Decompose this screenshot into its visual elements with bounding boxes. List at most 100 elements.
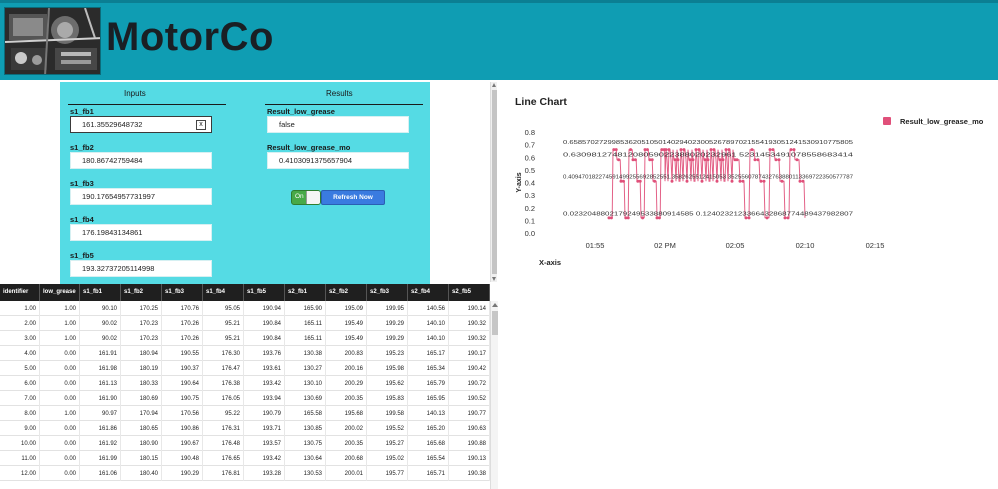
table-cell: 199.58 — [367, 406, 408, 421]
table-row[interactable]: 12.00 0.00 161.06 180.40 190.29 176.81 193.28 1… — [0, 466, 490, 481]
data-point — [777, 158, 781, 162]
table-cell: 140.10 — [408, 331, 449, 346]
data-label-row: 0.63098127481208059022388020232961 52314… — [563, 153, 854, 159]
table-cell: 195.62 — [367, 376, 408, 391]
column-header-s1-fb1[interactable]: s1_fb1 — [80, 284, 121, 301]
table-row[interactable]: 6.00 0.00 161.13 180.33 190.64 176.38 193.42 13… — [0, 376, 490, 391]
column-header-low-grease[interactable]: low_grease — [40, 284, 80, 301]
table-scrollbar[interactable] — [490, 301, 498, 489]
table-cell: 165.58 — [285, 406, 326, 421]
table-cell: 190.84 — [244, 316, 285, 331]
results-divider — [265, 104, 423, 105]
table-cell: 200.16 — [326, 361, 367, 376]
column-header-s1-fb5[interactable]: s1_fb5 — [244, 284, 285, 301]
table-cell: 193.42 — [244, 451, 285, 466]
table-row[interactable]: 7.00 0.00 161.90 180.69 190.75 176.05 193.94 13… — [0, 391, 490, 406]
brand-title: MotorCo — [106, 15, 274, 59]
table-row[interactable]: 10.00 0.00 161.92 180.90 190.67 176.48 193.57 1… — [0, 436, 490, 451]
column-header-s1-fb4[interactable]: s1_fb4 — [203, 284, 244, 301]
table-cell: 130.69 — [285, 391, 326, 406]
scroll-up-arrow-icon[interactable] — [492, 83, 496, 87]
scroll-down-arrow-icon[interactable] — [492, 277, 496, 281]
table-cell: 195.98 — [367, 361, 408, 376]
table-cell: 170.23 — [121, 316, 162, 331]
table-row[interactable]: 4.00 0.00 161.91 180.94 190.55 176.30 193.76 13… — [0, 346, 490, 361]
data-point — [727, 148, 731, 152]
column-header-identifier[interactable]: identifier — [0, 284, 40, 301]
table-cell: 195.49 — [326, 331, 367, 346]
data-label-row: 0.409470182274591499255692852551.3582625… — [563, 175, 853, 181]
table-row[interactable]: 8.00 1.00 90.97 170.94 170.56 95.22 190.79 165.… — [0, 406, 490, 421]
table-cell: 200.02 — [326, 421, 367, 436]
table-row[interactable]: 3.00 1.00 90.02 170.23 170.26 95.21 190.84 165.… — [0, 331, 490, 346]
s1-fb5-value: 193.32737205114998 — [82, 264, 155, 273]
table-cell: 195.09 — [326, 301, 367, 316]
column-header-s2-fb5[interactable]: s2_fb5 — [449, 284, 490, 301]
column-header-s2-fb3[interactable]: s2_fb3 — [367, 284, 408, 301]
column-header-s1-fb2[interactable]: s1_fb2 — [121, 284, 162, 301]
x-tick-label: 02:10 — [796, 241, 815, 250]
table-cell: 200.29 — [326, 376, 367, 391]
table-cell: 193.71 — [244, 421, 285, 436]
engine-logo — [4, 7, 101, 75]
table-cell: 190.86 — [162, 421, 203, 436]
s1-fb3-input[interactable]: 190.17654957731997 — [70, 188, 212, 205]
table-cell: 180.33 — [121, 376, 162, 391]
table-cell: 130.64 — [285, 451, 326, 466]
table-row[interactable]: 9.00 0.00 161.86 180.65 190.86 176.31 193.71 13… — [0, 421, 490, 436]
table-cell: 0.00 — [40, 376, 80, 391]
table-cell: 200.35 — [326, 436, 367, 451]
s1-fb4-label: s1_fb4 — [70, 215, 94, 224]
table-cell: 12.00 — [0, 466, 40, 481]
table-cell: 190.17 — [449, 346, 490, 361]
s1-fb2-value: 180.86742759484 — [82, 156, 143, 165]
data-point — [792, 148, 796, 152]
table-scroll-thumb[interactable] — [492, 311, 498, 335]
column-header-s2-fb1[interactable]: s2_fb1 — [285, 284, 326, 301]
panel-scroll-thumb[interactable] — [492, 90, 497, 274]
table-row[interactable]: 2.00 1.00 90.02 170.23 170.26 95.21 190.84 165.… — [0, 316, 490, 331]
table-cell: 90.02 — [80, 316, 121, 331]
result-low-grease-mo-field[interactable]: 0.4103091375657904 — [267, 152, 409, 169]
result-low-grease-field[interactable]: false — [267, 116, 409, 133]
column-header-s2-fb4[interactable]: s2_fb4 — [408, 284, 449, 301]
refresh-now-button[interactable]: Refresh Now — [321, 190, 385, 205]
s1-fb2-input[interactable]: 180.86742759484 — [70, 152, 212, 169]
table-cell: 90.97 — [80, 406, 121, 421]
table-cell: 130.53 — [285, 466, 326, 481]
table-row[interactable]: 1.00 1.00 90.10 170.25 170.76 95.05 190.94 165.… — [0, 301, 490, 316]
data-point — [795, 158, 799, 162]
panel-scrollbar[interactable] — [490, 82, 497, 282]
legend-label: Result_low_grease_mo — [900, 117, 984, 126]
table-cell: 180.90 — [121, 436, 162, 451]
table-cell: 193.42 — [244, 376, 285, 391]
clear-icon[interactable]: x — [196, 120, 206, 130]
toggle-knob[interactable] — [306, 191, 320, 204]
column-header-s1-fb3[interactable]: s1_fb3 — [162, 284, 203, 301]
table-cell: 6.00 — [0, 376, 40, 391]
column-header-s2-fb2[interactable]: s2_fb2 — [326, 284, 367, 301]
s1-fb1-input[interactable]: 161.35529648732 x — [70, 116, 212, 133]
table-cell: 190.29 — [162, 466, 203, 481]
table-cell: 193.28 — [244, 466, 285, 481]
data-point — [697, 148, 701, 152]
data-point — [735, 158, 739, 162]
table-cell: 1.00 — [40, 331, 80, 346]
table-cell: 130.27 — [285, 361, 326, 376]
table-cell: 190.72 — [449, 376, 490, 391]
s1-fb4-input[interactable]: 176.19843134861 — [70, 224, 212, 241]
table-scroll-up-icon[interactable] — [492, 303, 498, 307]
table-cell: 176.31 — [203, 421, 244, 436]
s1-fb5-input[interactable]: 193.32737205114998 — [70, 260, 212, 277]
s1-fb1-label: s1_fb1 — [70, 107, 94, 116]
table-cell: 180.94 — [121, 346, 162, 361]
inputs-title: Inputs — [124, 89, 146, 98]
auto-refresh-toggle[interactable]: On — [291, 190, 321, 205]
data-point — [721, 158, 725, 162]
table-cell: 165.54 — [408, 451, 449, 466]
table-row[interactable]: 11.00 0.00 161.99 180.15 190.48 176.65 193.42 1… — [0, 451, 490, 466]
table-cell: 161.06 — [80, 466, 121, 481]
table-row[interactable]: 5.00 0.00 161.98 180.19 190.37 176.47 193.61 13… — [0, 361, 490, 376]
table-cell: 161.86 — [80, 421, 121, 436]
table-cell: 190.88 — [449, 436, 490, 451]
